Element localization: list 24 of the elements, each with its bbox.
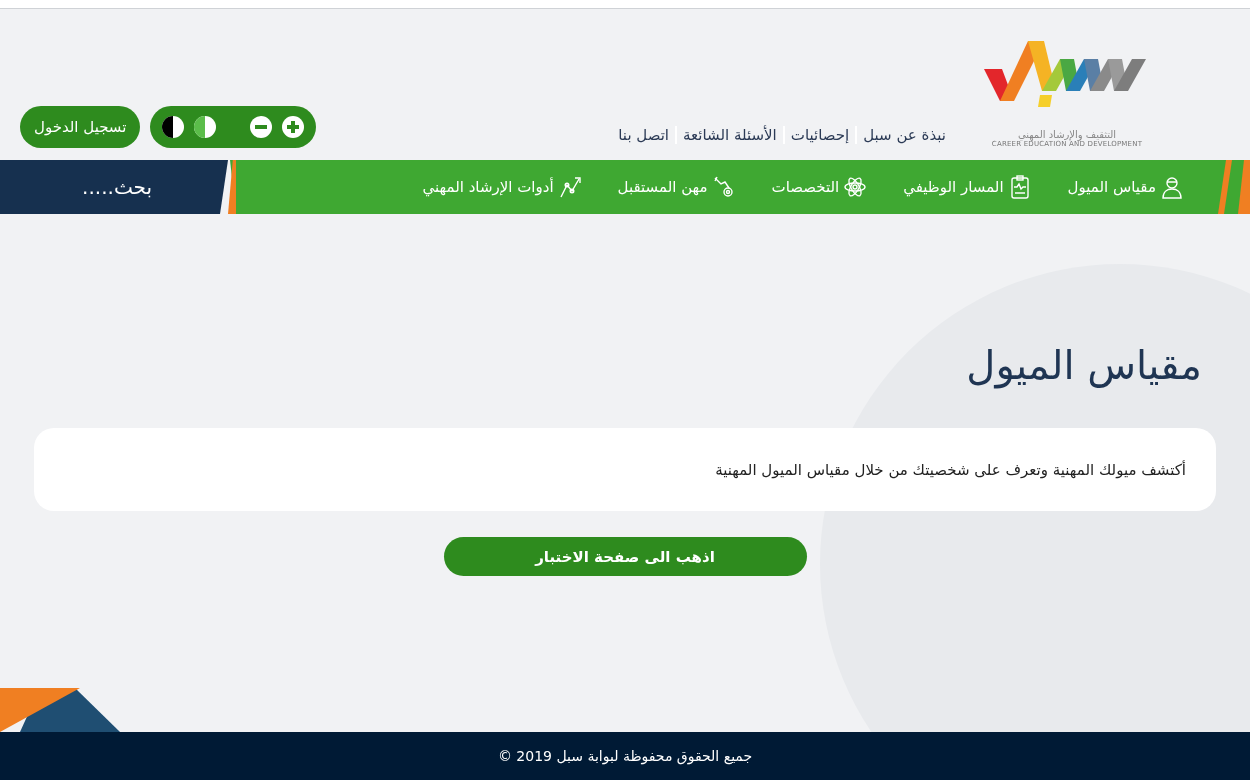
intro-text: أكتشف ميولك المهنية وتعرف على شخصيتك من خلال مقياس الميول المهنية (715, 460, 1186, 479)
nav-icon (557, 175, 582, 199)
nav-icon (711, 175, 736, 199)
stripe-accent (228, 160, 236, 214)
nav-link[interactable]: أدوات الإرشاد المهني (422, 175, 582, 199)
nav-icon (843, 175, 868, 199)
zoom-in-icon[interactable] (282, 116, 305, 138)
login-button[interactable]: تسجيل الدخول (20, 106, 141, 148)
contrast-icon[interactable] (162, 116, 185, 138)
page-title: مقياس الميول (966, 342, 1202, 388)
nav-link[interactable]: مهن المستقبل (617, 175, 736, 199)
nav-icon (1160, 175, 1184, 199)
nav-link[interactable]: المسار الوظيفي (903, 175, 1032, 199)
nav-link[interactable]: التخصصات (771, 175, 868, 199)
zoom-out-icon[interactable] (250, 116, 273, 138)
copyright-text: جميع الحقوق محفوظة لبوابة سبل 2019 © (497, 748, 753, 764)
top-link[interactable]: نبذة عن سبل (855, 126, 952, 144)
logo-tagline: التثقيف والإرشاد المهني (1017, 129, 1117, 140)
top-link[interactable]: الأسئلة الشائعة (675, 126, 783, 144)
top-link[interactable]: إحصائيات (782, 126, 856, 144)
search-field[interactable]: بحث..... (0, 160, 228, 214)
start-test-button[interactable]: اذهب الى صفحة الاختبار (443, 537, 807, 576)
nav-link[interactable]: مقياس الميول (1067, 175, 1184, 199)
top-link[interactable]: اتصل بنا (612, 126, 676, 144)
